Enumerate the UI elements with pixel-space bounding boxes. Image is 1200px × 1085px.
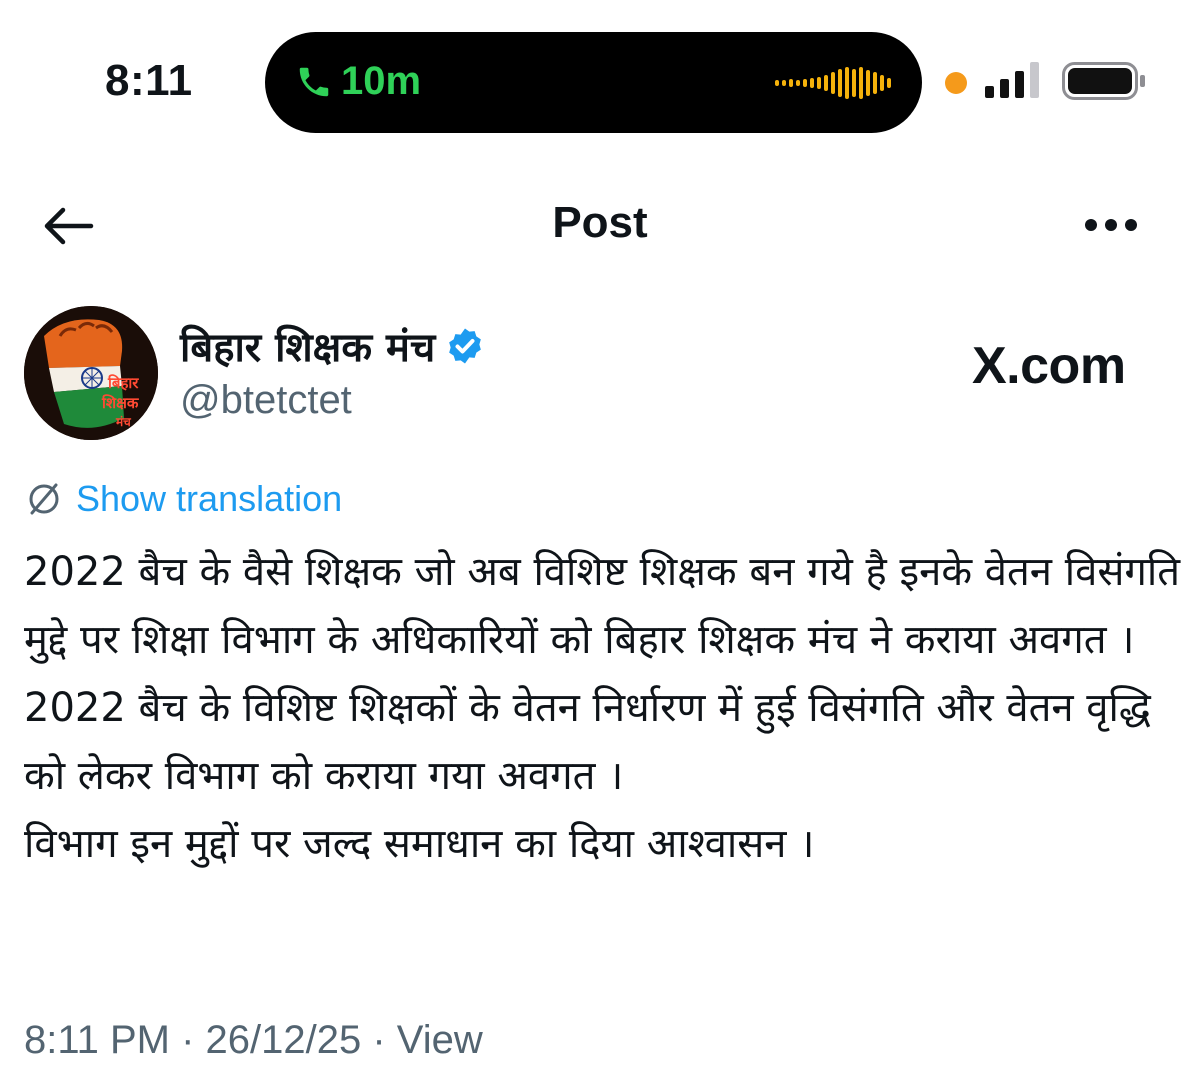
avatar-text-line: बिहार (108, 374, 139, 392)
page-title: Post (552, 198, 648, 247)
post-paragraph: 2022 बैच के वैसे शिक्षक जो अब विशिष्ट शि… (24, 549, 1181, 663)
post-body: 2022 बैच के वैसे शिक्षक जो अब विशिष्ट शि… (24, 538, 1184, 878)
audio-waveform-icon (775, 67, 891, 99)
more-horizontal-icon (1085, 219, 1137, 231)
avatar-text-line: शिक्षक (102, 394, 139, 412)
more-options-button[interactable] (1080, 208, 1142, 242)
show-translation-label[interactable]: Show translation (76, 478, 342, 520)
avatar[interactable]: बिहार शिक्षक मंच (24, 306, 158, 440)
translate-icon (29, 483, 59, 515)
status-time: 8:11 (105, 56, 193, 105)
show-translation-button[interactable]: Show translation (24, 478, 342, 520)
post-timestamp-views[interactable]: 8:11 PM · 26/12/25 · View (24, 1018, 483, 1063)
cellular-signal-icon (985, 62, 1039, 98)
battery-icon (1062, 62, 1145, 100)
dynamic-island[interactable]: 10m (265, 32, 922, 133)
xcom-watermark: X.com (972, 337, 1126, 395)
avatar-text-line: मंच (116, 415, 131, 429)
call-duration: 10m (341, 59, 422, 103)
author-handle[interactable]: @btetctet (180, 378, 352, 423)
author-name[interactable]: बिहार शिक्षक मंच (180, 318, 435, 373)
verified-badge-icon (449, 328, 482, 363)
phone-icon (299, 67, 329, 97)
post-paragraph: विभाग इन मुद्दों पर जल्द समाधान का दिया … (24, 821, 815, 867)
fist-flag-logo-icon (24, 306, 158, 440)
post-paragraph: 2022 बैच के विशिष्ट शिक्षकों के वेतन निर… (24, 685, 1151, 799)
recording-indicator-icon (945, 72, 967, 94)
author-name-row[interactable]: बिहार शिक्षक मंच (180, 318, 485, 373)
